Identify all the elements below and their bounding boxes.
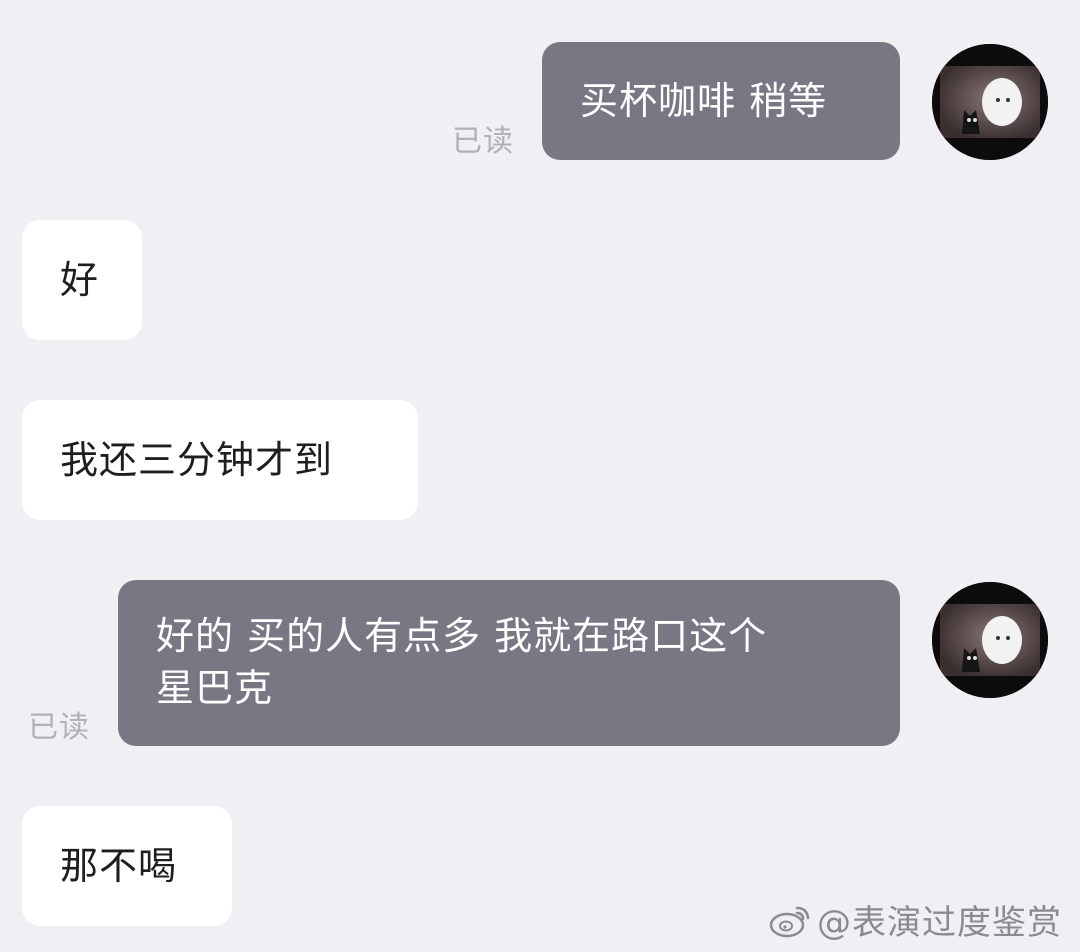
message-text-line: 好的 买的人有点多 我就在路口这个 [156, 614, 768, 658]
watermark-text: @表演过度鉴赏 [817, 903, 1062, 943]
read-receipt: 已读 [452, 124, 514, 159]
message-text: 买杯咖啡 稍等 [580, 79, 828, 123]
message-bubble-incoming[interactable]: 那不喝 [22, 806, 232, 926]
message-bubble-outgoing[interactable]: 买杯咖啡 稍等 [542, 42, 900, 160]
message-text: 我还三分钟才到 [60, 438, 334, 482]
weibo-icon [769, 906, 810, 937]
avatar-image-icon [932, 582, 1048, 698]
avatar[interactable] [932, 44, 1048, 160]
watermark: @表演过度鉴赏 [767, 895, 1062, 944]
message-bubble-incoming[interactable]: 好 [22, 220, 142, 340]
avatar-image-icon [932, 44, 1048, 160]
read-receipt: 已读 [28, 710, 90, 745]
message-bubble-outgoing[interactable]: 好的 买的人有点多 我就在路口这个 星巴克 [118, 580, 900, 746]
message-text: 好 [60, 258, 100, 302]
message-text-line: 星巴克 [156, 666, 274, 710]
avatar[interactable] [932, 582, 1048, 698]
message-text: 那不喝 [60, 844, 178, 888]
message-bubble-incoming[interactable]: 我还三分钟才到 [22, 400, 418, 520]
